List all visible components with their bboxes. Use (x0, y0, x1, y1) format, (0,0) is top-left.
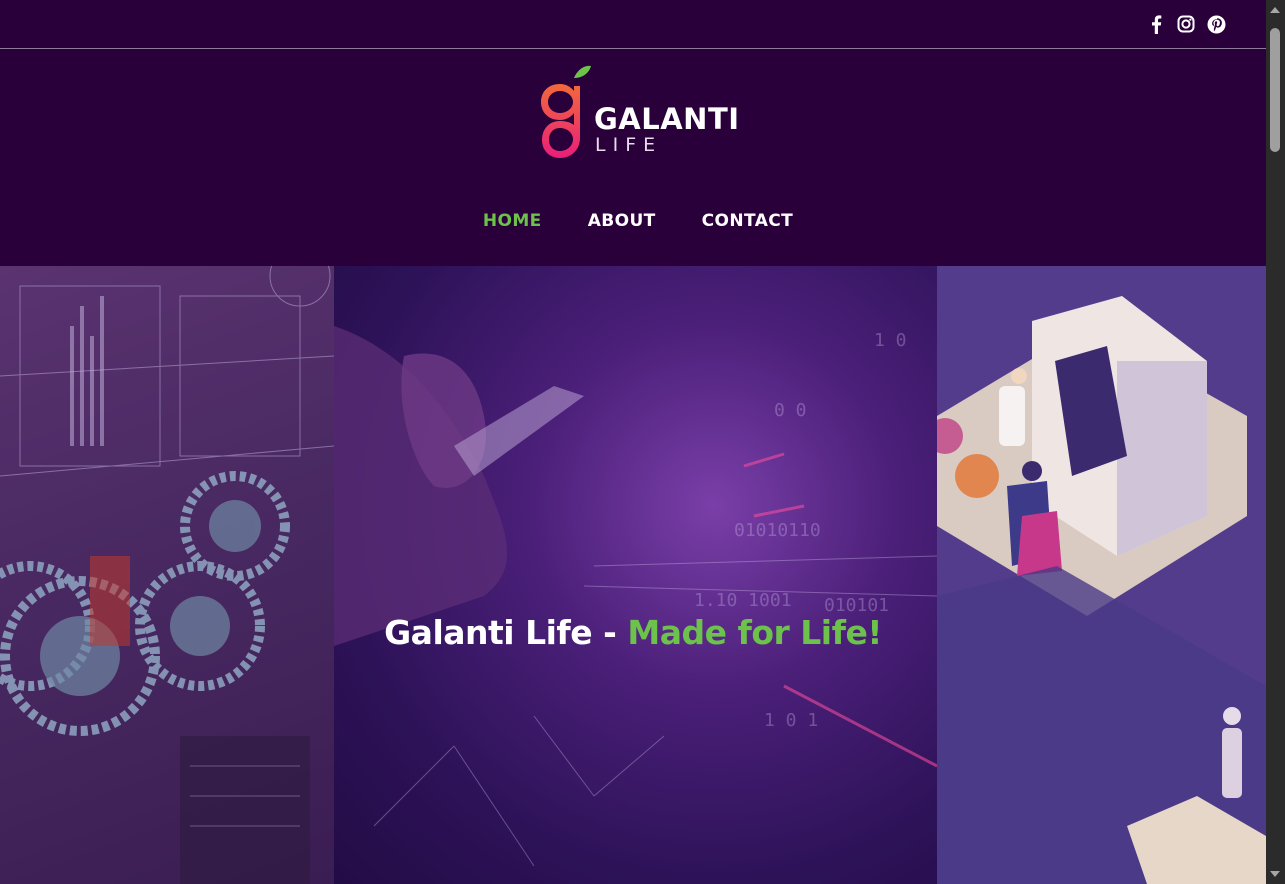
page: GALANTI LIFE HOME ABOUT CONTACT 01010110… (0, 0, 1266, 884)
hero-title-accent: Made for Life! (627, 613, 882, 652)
svg-text:1.10 1001: 1.10 1001 (694, 590, 792, 611)
scrollbar-thumb[interactable] (1270, 28, 1280, 152)
scroll-down-arrow-icon[interactable] (1270, 871, 1280, 877)
scroll-up-arrow-icon[interactable] (1270, 7, 1280, 13)
svg-text:0 0: 0 0 (774, 400, 807, 421)
hero-banner: 01010110 1.10 1001 010101 0 0 1 0 1 0 1 (0, 266, 1266, 884)
top-bar (0, 0, 1266, 49)
hero-image-digital: 01010110 1.10 1001 010101 0 0 1 0 1 0 1 (334, 266, 937, 884)
nav-contact[interactable]: CONTACT (702, 211, 793, 231)
social-links (1146, 14, 1226, 34)
facebook-icon[interactable] (1146, 14, 1166, 34)
hero-image-gears (0, 266, 334, 884)
logo-subtitle: LIFE (595, 134, 663, 156)
nav-about[interactable]: ABOUT (588, 211, 656, 231)
logo-mark-icon (541, 65, 591, 158)
site-logo[interactable]: GALANTI LIFE (538, 64, 740, 182)
svg-text:1 0: 1 0 (874, 330, 907, 351)
main-nav: HOME ABOUT CONTACT (0, 211, 1266, 231)
pinterest-icon[interactable] (1206, 14, 1226, 34)
hero-image-lab (937, 266, 1266, 884)
instagram-icon[interactable] (1176, 14, 1196, 34)
hero-title: Galanti Life - Made for Life! (0, 613, 1266, 652)
svg-text:1 0 1: 1 0 1 (764, 710, 818, 731)
svg-text:01010110: 01010110 (734, 520, 821, 541)
logo-title: GALANTI (594, 102, 740, 136)
hero-title-main: Galanti Life - (384, 613, 628, 652)
nav-home[interactable]: HOME (483, 211, 542, 231)
vertical-scrollbar[interactable] (1266, 0, 1285, 884)
